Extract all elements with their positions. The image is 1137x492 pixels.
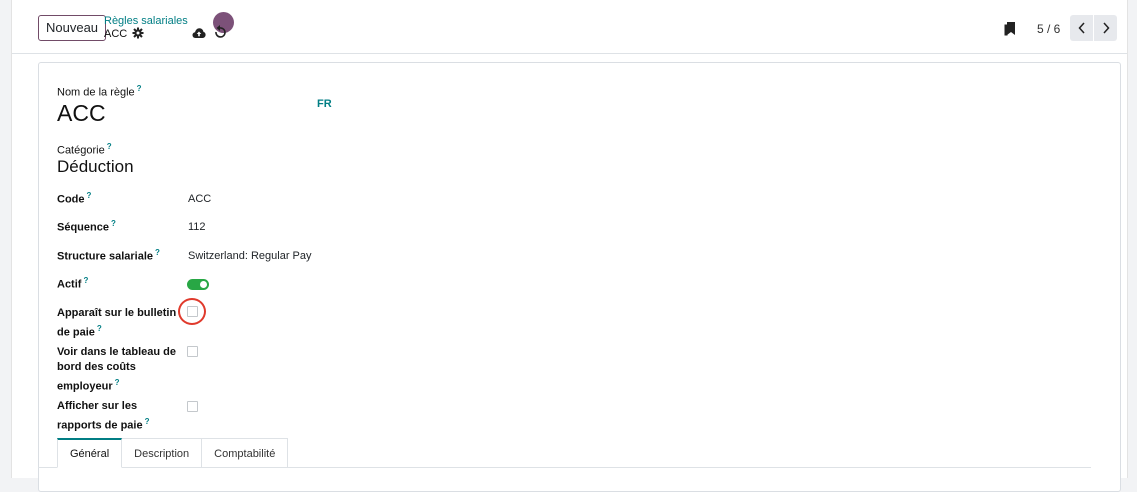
employer-cost-label: Voir dans le tableau de bord des coûts emp… — [57, 346, 176, 393]
tab-general[interactable]: Général — [57, 438, 123, 468]
sequence-label: Séquence? — [57, 219, 116, 234]
form-sheet — [38, 62, 1121, 492]
bookmark-icon[interactable] — [1004, 21, 1016, 37]
help-tooltip-icon[interactable]: ? — [155, 248, 160, 257]
active-toggle[interactable] — [187, 279, 209, 290]
name-label: Nom de la règle? — [57, 84, 142, 99]
employer-cost-checkbox[interactable] — [187, 346, 198, 357]
chevron-left-icon — [1077, 22, 1085, 34]
tab-accounting[interactable]: Comptabilité — [202, 438, 289, 468]
pager-next-button[interactable] — [1094, 15, 1117, 41]
control-panel: Nouveau Règles salariales ACC 5 / 6 — [12, 0, 1127, 54]
language-button[interactable]: FR — [317, 98, 332, 110]
structure-field[interactable]: Switzerland: Regular Pay — [188, 250, 312, 262]
category-field[interactable]: Déduction — [57, 157, 134, 177]
new-button[interactable]: Nouveau — [38, 15, 107, 41]
cloud-upload-icon[interactable] — [192, 27, 206, 39]
toggle-knob — [200, 281, 207, 288]
pager-previous-button[interactable] — [1070, 15, 1093, 41]
help-tooltip-icon[interactable]: ? — [111, 219, 116, 228]
active-label: Actif? — [57, 276, 89, 291]
payroll-reports-checkbox[interactable] — [187, 401, 198, 412]
category-label: Catégorie? — [57, 142, 112, 157]
help-tooltip-icon[interactable]: ? — [137, 84, 142, 93]
help-tooltip-icon[interactable]: ? — [97, 324, 102, 333]
appears-on-payslip-label: Apparaît sur le bulletin de paie? — [57, 307, 177, 339]
help-tooltip-icon[interactable]: ? — [145, 417, 150, 426]
highlight-circle — [178, 298, 206, 325]
form-tabs: Général Description Comptabilité — [57, 438, 289, 468]
sequence-field[interactable]: 112 — [188, 221, 206, 233]
help-tooltip-icon[interactable]: ? — [87, 191, 92, 200]
app-frame: Nouveau Règles salariales ACC 5 / 6 — [11, 0, 1128, 492]
code-field[interactable]: ACC — [188, 193, 211, 205]
tab-description[interactable]: Description — [122, 438, 203, 468]
breadcrumb-parent[interactable]: Règles salariales — [104, 15, 188, 27]
structure-label: Structure salariale? — [57, 248, 160, 263]
undo-icon[interactable] — [213, 23, 227, 39]
help-tooltip-icon[interactable]: ? — [83, 276, 88, 285]
breadcrumb-current: ACC — [104, 28, 128, 40]
code-label: Code? — [57, 191, 92, 206]
pager-value[interactable]: 5 / 6 — [1037, 22, 1060, 36]
rule-name-field[interactable]: ACC — [57, 100, 106, 127]
help-tooltip-icon[interactable]: ? — [115, 378, 120, 387]
help-tooltip-icon[interactable]: ? — [107, 142, 112, 151]
payroll-reports-label: Afficher sur les rapports de paie? — [57, 400, 150, 432]
gear-icon[interactable] — [132, 26, 144, 40]
chevron-right-icon — [1102, 22, 1110, 34]
